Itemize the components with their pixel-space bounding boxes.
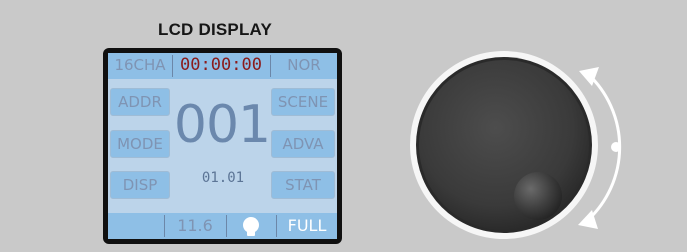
- level-indicator: FULL: [287, 216, 327, 235]
- position-dot: [611, 142, 621, 152]
- knob-body[interactable]: [419, 60, 589, 230]
- mode-button[interactable]: MODE: [110, 130, 170, 158]
- panel-title: LCD DISPLAY: [158, 20, 272, 39]
- disp-button[interactable]: DISP: [110, 171, 170, 199]
- stat-button[interactable]: STAT: [271, 171, 335, 199]
- knob-dimple: [514, 172, 562, 220]
- rotary-knob[interactable]: [400, 48, 640, 248]
- adva-button[interactable]: ADVA: [271, 130, 335, 158]
- firmware-version: 01.01: [201, 170, 245, 186]
- scene-button[interactable]: SCENE: [271, 88, 335, 116]
- mode-indicator: NOR: [287, 56, 321, 74]
- timer-readout: 00:00:00: [180, 55, 262, 75]
- bottom-bar: 11.6 FULL: [108, 213, 337, 239]
- addr-button[interactable]: ADDR: [110, 88, 170, 116]
- dmx-address: 001: [173, 95, 271, 155]
- bulb-icon: [227, 215, 275, 237]
- status-bar: 16CHA 00:00:00 NOR: [108, 53, 337, 79]
- lcd-screen: 16CHA 00:00:00 NOR ADDR MODE DISP SCENE …: [108, 53, 337, 239]
- value-readout: 11.6: [177, 216, 213, 235]
- channel-count: 16CHA: [114, 56, 166, 74]
